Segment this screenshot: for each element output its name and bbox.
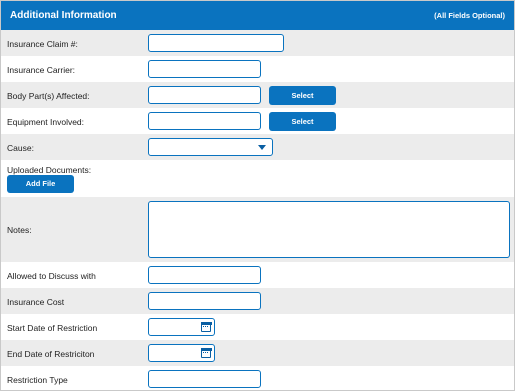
uploaded-documents-label: Uploaded Documents: [7, 165, 92, 175]
chevron-down-icon [258, 145, 266, 150]
row-allowed-to-discuss: Allowed to Discuss with [1, 262, 514, 289]
restriction-type-label: Restriction Type [7, 375, 68, 385]
panel-header: Additional Information (All Fields Optio… [1, 1, 514, 30]
additional-information-panel: Additional Information (All Fields Optio… [0, 0, 515, 391]
start-date-restriction-label: Start Date of Restriction [7, 323, 98, 333]
equipment-label: Equipment Involved: [7, 117, 85, 127]
row-insurance-carrier: Insurance Carrier: [1, 56, 514, 83]
restriction-type-input[interactable] [148, 370, 261, 388]
equipment-input[interactable] [148, 112, 261, 130]
optional-note: (All Fields Optional) [434, 11, 505, 20]
body-parts-input[interactable] [148, 86, 261, 104]
insurance-claim-input[interactable] [148, 34, 284, 52]
body-parts-select-button[interactable]: Select [269, 86, 336, 105]
cause-label: Cause: [7, 143, 34, 153]
start-date-input[interactable] [148, 318, 215, 336]
insurance-cost-label: Insurance Cost [7, 297, 65, 307]
end-date-input[interactable] [148, 344, 215, 362]
allowed-to-discuss-input[interactable] [148, 266, 261, 284]
body-parts-label: Body Part(s) Affected: [7, 91, 90, 101]
insurance-carrier-label: Insurance Carrier: [7, 65, 76, 75]
panel-title: Additional Information [10, 10, 117, 21]
row-start-date-restriction: Start Date of Restriction [1, 314, 514, 341]
row-end-date-restriction: End Date of Restriciton [1, 340, 514, 367]
notes-textarea[interactable] [148, 201, 510, 258]
row-insurance-claim: Insurance Claim #: [1, 30, 514, 57]
insurance-claim-label: Insurance Claim #: [7, 39, 78, 49]
allowed-to-discuss-label: Allowed to Discuss with [7, 271, 96, 281]
end-date-restriction-label: End Date of Restriciton [7, 349, 95, 359]
equipment-select-button[interactable]: Select [269, 112, 336, 131]
row-equipment: Equipment Involved: Select [1, 108, 514, 135]
insurance-carrier-input[interactable] [148, 60, 261, 78]
row-body-parts: Body Part(s) Affected: Select [1, 82, 514, 109]
row-restriction-type: Restriction Type [1, 366, 514, 390]
calendar-icon[interactable] [200, 347, 212, 358]
add-file-button[interactable]: Add File [7, 175, 74, 193]
insurance-cost-input[interactable] [148, 292, 261, 310]
calendar-icon[interactable] [200, 321, 212, 332]
row-cause: Cause: [1, 134, 514, 161]
row-insurance-cost: Insurance Cost [1, 288, 514, 315]
row-uploaded-documents: Uploaded Documents: [1, 160, 514, 198]
notes-label: Notes: [7, 225, 32, 235]
cause-dropdown[interactable] [148, 138, 273, 156]
